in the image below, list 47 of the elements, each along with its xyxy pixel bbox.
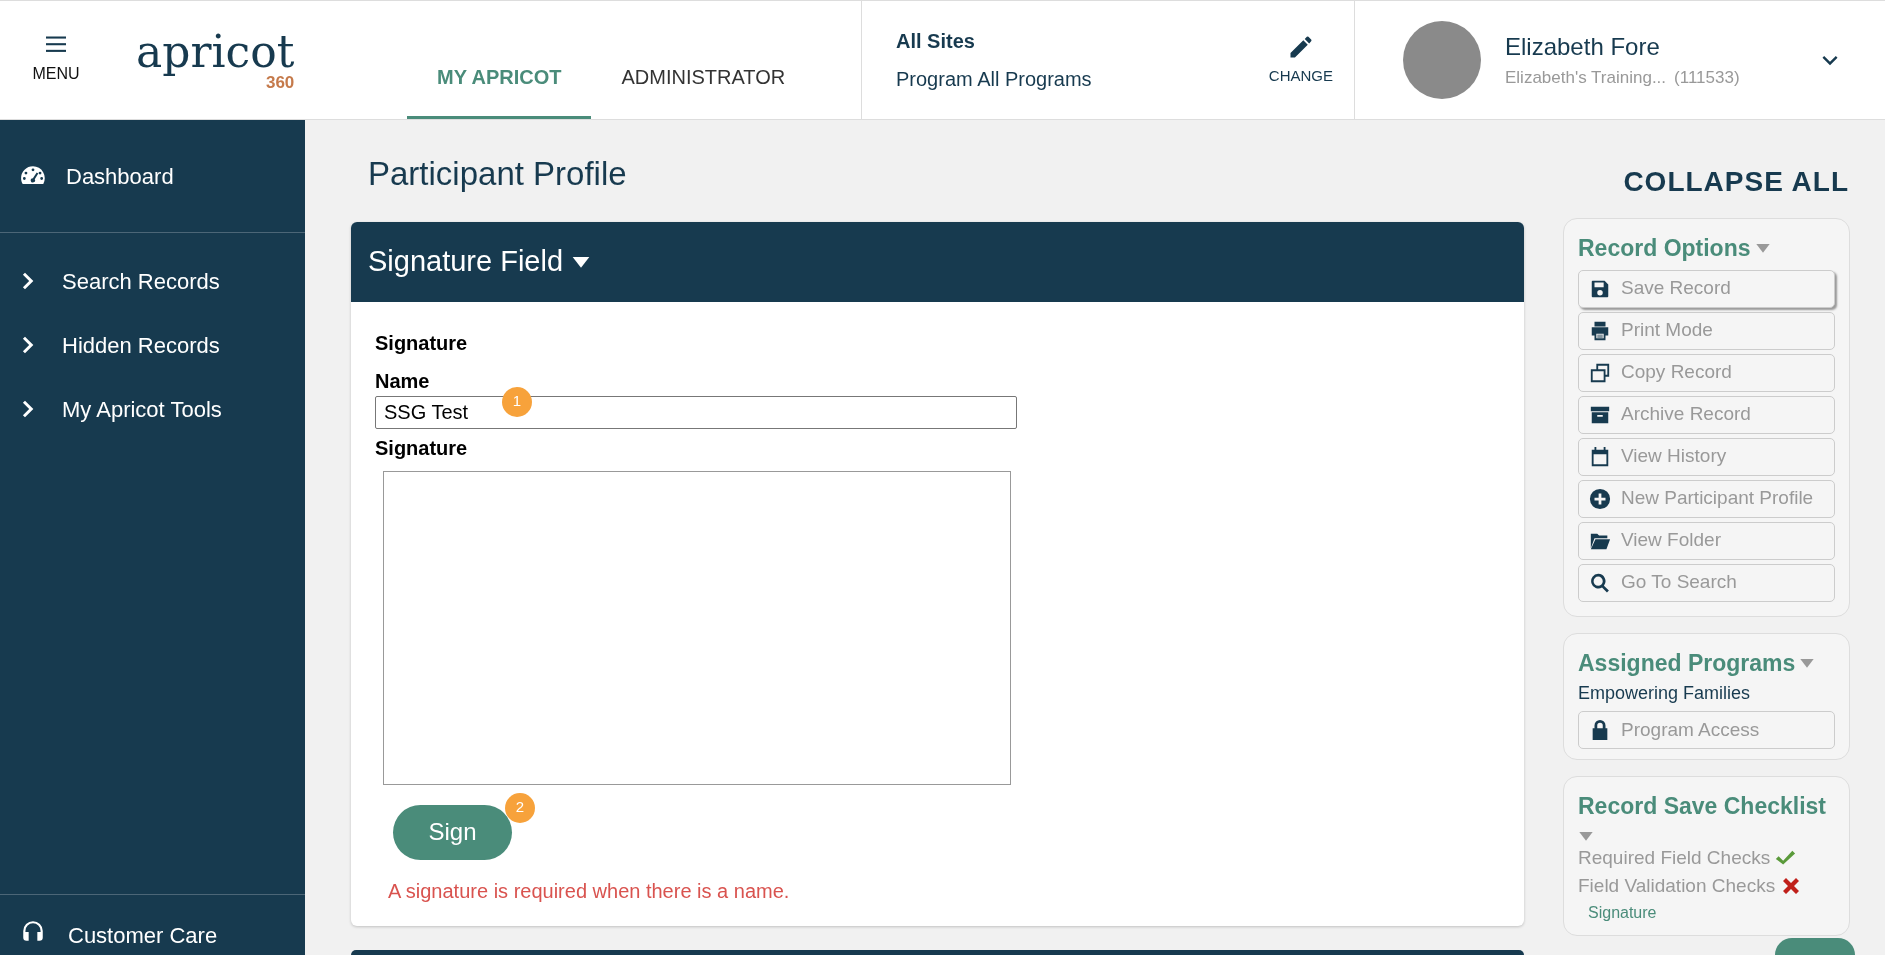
record-option-button[interactable]: View Folder — [1578, 521, 1835, 560]
panel-title[interactable]: Assigned Programs — [1578, 645, 1796, 680]
site-name: All Sites — [896, 29, 976, 54]
program-name: Empowering Families — [1578, 682, 1752, 705]
field-label: Signature — [375, 435, 469, 461]
change-button[interactable]: CHANGE — [1267, 31, 1334, 89]
record-option-button[interactable]: New Participant Profile — [1578, 479, 1835, 518]
apricot-logo[interactable]: apricot 360 — [136, 29, 295, 91]
printer-icon — [1589, 319, 1611, 342]
sidebar-item[interactable]: Customer Care — [0, 895, 305, 955]
checklist-item: Required Field Checks — [1578, 845, 1771, 870]
calendar-icon — [1589, 445, 1611, 468]
program-name: Program All Programs — [896, 67, 1093, 92]
sign-button[interactable]: Sign — [393, 804, 512, 860]
validation-error: A signature is required when there is a name. — [388, 878, 791, 904]
search-icon — [1589, 571, 1611, 594]
sidebar-item[interactable]: Dashboard — [0, 120, 305, 232]
checklist-item: Field Validation Checks — [1578, 874, 1776, 898]
record-option-button[interactable]: Go To Search — [1578, 563, 1835, 602]
organization-name: Elizabeth's Training... — [1505, 67, 1667, 90]
section-title[interactable]: Signature Field — [368, 239, 564, 284]
record-option-button[interactable]: Print Mode — [1578, 311, 1835, 350]
nav-tab[interactable]: MY APRICOT — [407, 1, 592, 119]
step-marker: 1 — [502, 386, 532, 417]
field-group-label: Signature — [375, 330, 469, 356]
failing-field-link[interactable]: Signature — [1588, 900, 1657, 925]
record-option-button[interactable]: Save Record — [1578, 269, 1835, 308]
record-option-button[interactable]: Archive Record — [1578, 395, 1835, 434]
page-title: Participant Profile — [368, 154, 628, 194]
step-marker: 2 — [505, 792, 535, 823]
organization-id: (111533) — [1674, 67, 1740, 90]
sidebar-item[interactable]: Hidden Records — [0, 313, 305, 377]
nav-tab[interactable]: ADMINISTRATOR — [591, 1, 816, 119]
record-option-button[interactable]: View History — [1578, 437, 1835, 476]
collapse-all-button[interactable]: COLLAPSE ALL — [1622, 160, 1850, 204]
record-option-button[interactable]: Program Access — [1578, 711, 1835, 749]
menu-icon — [43, 34, 69, 54]
panel-title[interactable]: Record Options — [1578, 231, 1751, 266]
floating-action-button[interactable] — [1775, 938, 1855, 955]
sidebar-item[interactable]: Search Records — [0, 249, 305, 313]
record-option-button[interactable]: Copy Record — [1578, 353, 1835, 392]
panel-title[interactable]: Record Save Checklist — [1578, 789, 1826, 824]
field-label: Name — [375, 368, 431, 394]
menu-button[interactable]: MENU — [0, 1, 112, 119]
copy-icon — [1589, 361, 1611, 384]
user-name: Elizabeth Fore — [1505, 32, 1661, 63]
sidebar-item[interactable]: My Apricot Tools — [0, 377, 305, 441]
